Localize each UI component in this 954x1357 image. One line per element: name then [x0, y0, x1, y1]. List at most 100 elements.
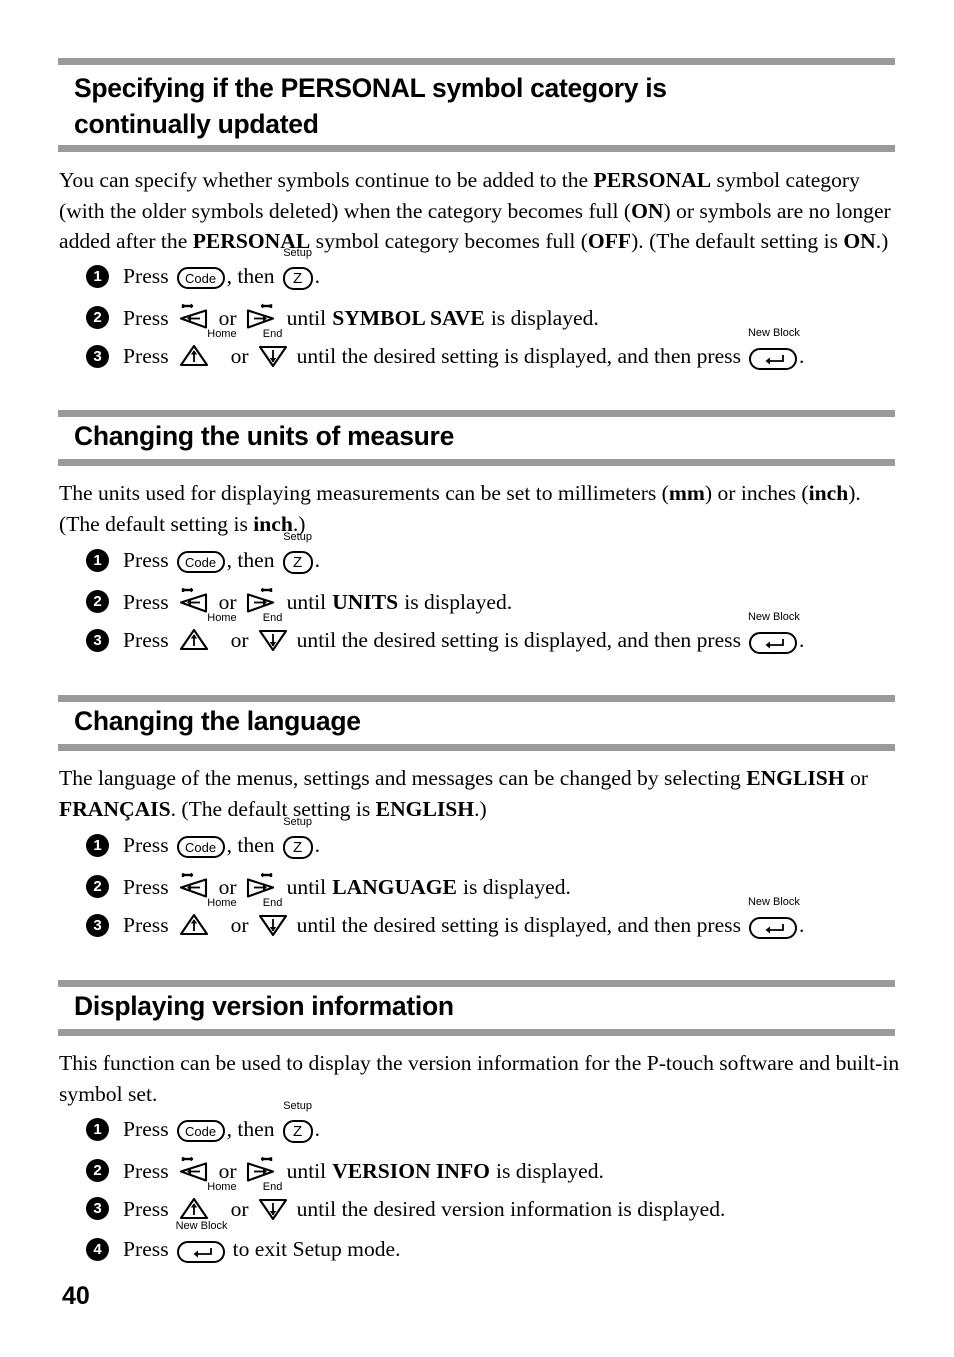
step-or-label: or — [230, 1197, 249, 1221]
step-text: Press Home or End until the desired setting … — [123, 897, 804, 939]
home-up-arrow-key[interactable]: Home — [177, 898, 237, 938]
section-body-1: You can specify whether symbols continue… — [59, 165, 904, 257]
step-text: Press Home or End until the desired setting … — [123, 328, 804, 370]
step-or-label: or — [218, 590, 237, 614]
return-arrow-icon — [765, 355, 784, 365]
new-block-key-label: New Block — [747, 611, 800, 623]
code-key[interactable]: Code — [176, 263, 225, 289]
z-key-cap[interactable]: Z — [282, 836, 313, 859]
home-key-label: Home — [207, 897, 237, 909]
end-down-arrow-key[interactable]: End — [257, 613, 289, 653]
step-tail: . — [798, 628, 805, 652]
right-arrow-key[interactable] — [245, 303, 279, 331]
down-arrow-key-icon[interactable] — [257, 912, 289, 938]
right-arrow-key-icon[interactable] — [245, 872, 279, 900]
left-arrow-key[interactable] — [177, 303, 211, 331]
right-arrow-key-icon[interactable] — [245, 587, 279, 615]
setup-key[interactable]: Setup Z — [282, 1101, 313, 1143]
section-rule-top-1 — [58, 58, 895, 65]
step-connector: , then — [226, 833, 275, 857]
left-arrow-key-icon[interactable] — [177, 1156, 211, 1184]
manual-page: Specifying if the PERSONAL symbol catego… — [0, 0, 954, 1357]
step-press-label: Press — [123, 628, 169, 652]
step-until-label: until — [286, 590, 327, 614]
step-item: 2 Press or until VERSION INFO is displayed. — [86, 1156, 604, 1184]
end-down-arrow-key[interactable]: End — [257, 898, 289, 938]
home-up-arrow-key[interactable]: Home — [177, 1182, 237, 1222]
new-block-key[interactable]: New Block — [748, 897, 800, 939]
body-text: This function can be used to display the… — [59, 1051, 900, 1106]
home-up-arrow-key[interactable]: Home — [177, 329, 237, 369]
left-arrow-key-icon[interactable] — [177, 303, 211, 331]
z-key-cap[interactable]: Z — [282, 1120, 313, 1143]
section-heading-4-text: Displaying version information — [74, 991, 454, 1021]
new-block-key-cap[interactable] — [748, 348, 797, 370]
step-item: 2 Press or until UNITS is displayed. — [86, 587, 512, 615]
right-arrow-key[interactable] — [245, 1156, 279, 1184]
new-block-key[interactable]: New Block — [748, 328, 800, 370]
code-key-cap[interactable]: Code — [176, 267, 225, 289]
up-arrow-key-icon[interactable] — [177, 912, 211, 938]
code-key[interactable]: Code — [176, 832, 225, 858]
left-arrow-key[interactable] — [177, 872, 211, 900]
body-text: symbol category becomes full ( — [310, 229, 588, 253]
setup-key[interactable]: Setup Z — [282, 248, 313, 290]
new-block-key-cap[interactable] — [748, 632, 797, 654]
new-block-key-cap[interactable] — [748, 917, 797, 939]
left-arrow-key[interactable] — [177, 1156, 211, 1184]
left-arrow-key-icon[interactable] — [177, 587, 211, 615]
setup-key-label: Setup — [283, 531, 312, 543]
z-key-cap[interactable]: Z — [282, 267, 313, 290]
setup-key[interactable]: Setup Z — [282, 532, 313, 574]
setup-key[interactable]: Setup Z — [282, 817, 313, 859]
up-arrow-key-icon[interactable] — [177, 627, 211, 653]
body-text: .) — [474, 796, 487, 821]
left-arrow-key[interactable] — [177, 587, 211, 615]
code-key-cap[interactable]: Code — [176, 1120, 225, 1142]
step-text: Press or until SYMBOL SAVE is displayed. — [123, 303, 599, 331]
step-connector: , then — [226, 264, 275, 288]
step-target-text: LANGUAGE — [332, 875, 457, 899]
down-arrow-key-icon[interactable] — [257, 627, 289, 653]
right-arrow-key-icon[interactable] — [245, 1156, 279, 1184]
step-text: Press Code, then Setup Z. — [123, 248, 320, 290]
new-block-key[interactable]: New Block — [748, 612, 800, 654]
step-press-label: Press — [123, 1159, 169, 1183]
right-arrow-key[interactable] — [245, 872, 279, 900]
step-press-label: Press — [123, 1197, 169, 1221]
body-text: The units used for displaying measuremen… — [59, 481, 669, 505]
code-key[interactable]: Code — [176, 547, 225, 573]
new-block-key-label: New Block — [175, 1220, 228, 1232]
end-key-label: End — [262, 612, 283, 624]
down-arrow-key-icon[interactable] — [257, 1196, 289, 1222]
z-key-cap[interactable]: Z — [282, 551, 313, 574]
up-arrow-key-icon[interactable] — [177, 1196, 211, 1222]
new-block-key[interactable]: New Block — [176, 1221, 228, 1263]
right-arrow-key[interactable] — [245, 587, 279, 615]
down-arrow-key-icon[interactable] — [257, 343, 289, 369]
home-up-arrow-key[interactable]: Home — [177, 613, 237, 653]
body-text: ) or inches ( — [704, 481, 809, 505]
right-arrow-key-icon[interactable] — [245, 303, 279, 331]
up-arrow-key-icon[interactable] — [177, 343, 211, 369]
left-arrow-key-icon[interactable] — [177, 872, 211, 900]
code-key[interactable]: Code — [176, 1116, 225, 1142]
code-key-cap[interactable]: Code — [176, 551, 225, 573]
end-down-arrow-key[interactable]: End — [257, 1182, 289, 1222]
section-heading-1-line2: continually updated — [74, 109, 319, 139]
section-heading-2: Changing the units of measure — [74, 418, 904, 454]
new-block-key-label: New Block — [747, 327, 800, 339]
step-text: Press or until VERSION INFO is displayed. — [123, 1156, 604, 1184]
step-press-label: Press — [123, 833, 169, 857]
step-number: 2 — [86, 590, 109, 613]
home-key-label: Home — [207, 328, 237, 340]
end-down-arrow-key[interactable]: End — [257, 329, 289, 369]
section-body-3: The language of the menus, settings and … — [59, 763, 904, 824]
new-block-key-label: New Block — [747, 896, 800, 908]
code-key-cap[interactable]: Code — [176, 836, 225, 858]
step-press-label: Press — [123, 264, 169, 288]
new-block-key-cap[interactable] — [176, 1241, 225, 1263]
section-rule-top-2 — [58, 410, 895, 417]
body-bold: ENGLISH — [375, 796, 475, 821]
step-mid-text: until the desired setting is displayed, … — [296, 344, 741, 368]
